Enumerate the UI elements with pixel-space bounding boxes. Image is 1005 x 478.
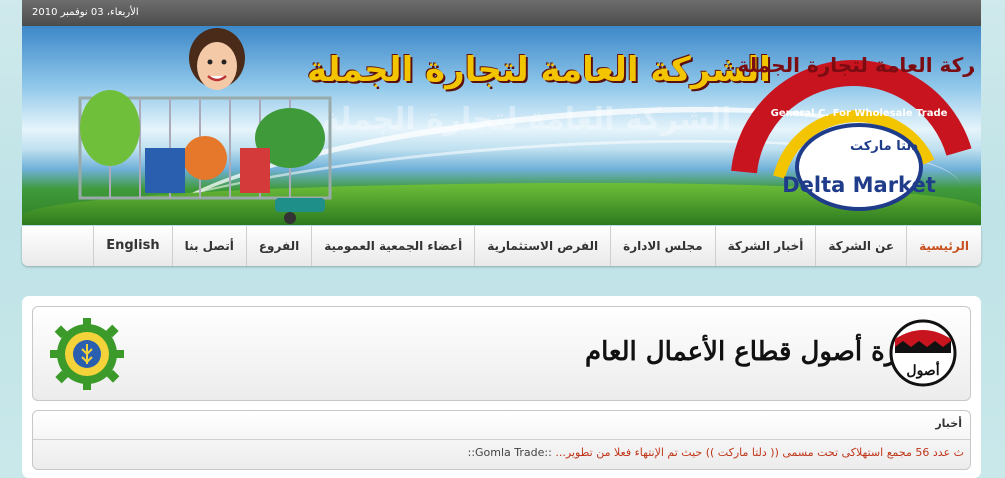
content-area: إدارة أصول قطاع الأعمال العام أصول أخبار… bbox=[22, 296, 981, 478]
shopping-cart-illustration bbox=[78, 90, 332, 224]
nav-item-contact[interactable]: أتصل بنا bbox=[171, 226, 246, 266]
banner-headline-reflection: الشركة العامة لتجارة الجملة bbox=[322, 102, 732, 137]
nav-item-assembly-members[interactable]: أعضاء الجمعية العمومية bbox=[311, 226, 474, 266]
asool-logo-text: أصول bbox=[906, 360, 939, 379]
news-panel: أخبار ث عدد 56 مجمع استهلاكى تحت مسمى ((… bbox=[32, 410, 971, 470]
nav-item-board[interactable]: مجلس الادارة bbox=[610, 226, 714, 266]
company-logo: دلتا ماركت Delta Market General C. For W… bbox=[731, 53, 974, 211]
asool-logo-icon: أصول bbox=[889, 319, 957, 387]
main-navigation: الرئيسية عن الشركة أخبار الشركة مجلس الا… bbox=[22, 226, 981, 266]
news-heading: أخبار bbox=[935, 417, 962, 430]
brand-arabic: دلتا ماركت bbox=[850, 139, 918, 154]
banner-headline: الشركة العامة لتجارة الجملة bbox=[307, 50, 771, 90]
header-banner: الشركة العامة لتجارة الجملة الشركة العام… bbox=[22, 26, 981, 225]
holding-company-title: إدارة أصول قطاع الأعمال العام bbox=[585, 337, 924, 367]
child-illustration bbox=[189, 28, 245, 90]
logo-english-text: General C. For Wholesale Trade bbox=[771, 108, 948, 119]
news-ticker[interactable]: ث عدد 56 مجمع استهلاكى تحت مسمى (( دلتا … bbox=[468, 446, 964, 459]
nav-item-about[interactable]: عن الشركة bbox=[815, 226, 906, 266]
gear-seal-logo-icon bbox=[50, 318, 124, 390]
current-date: الأربعاء، 03 نوفمبر 2010 bbox=[32, 7, 139, 18]
logo-arabic-text: الشركة العامة لتجارة الجملة bbox=[738, 53, 974, 77]
nav-item-company-news[interactable]: أخبار الشركة bbox=[714, 226, 816, 266]
holding-company-panel: إدارة أصول قطاع الأعمال العام أصول bbox=[32, 306, 971, 401]
nav-item-english[interactable]: English bbox=[93, 226, 171, 266]
nav-menu: الرئيسية عن الشركة أخبار الشركة مجلس الا… bbox=[93, 226, 981, 266]
news-divider bbox=[33, 439, 970, 440]
news-ticker-text[interactable]: ث عدد 56 مجمع استهلاكى تحت مسمى (( دلتا … bbox=[555, 446, 964, 459]
nav-item-investment[interactable]: الفرص الاستثمارية bbox=[474, 226, 610, 266]
nav-item-branches[interactable]: الفروع bbox=[245, 226, 311, 266]
nav-item-home[interactable]: الرئيسية bbox=[906, 226, 981, 266]
news-source: ::Gomla Trade:: bbox=[467, 446, 552, 459]
brand-name: Delta Market bbox=[782, 173, 936, 197]
top-bar: الأربعاء، 03 نوفمبر 2010 bbox=[22, 0, 981, 26]
